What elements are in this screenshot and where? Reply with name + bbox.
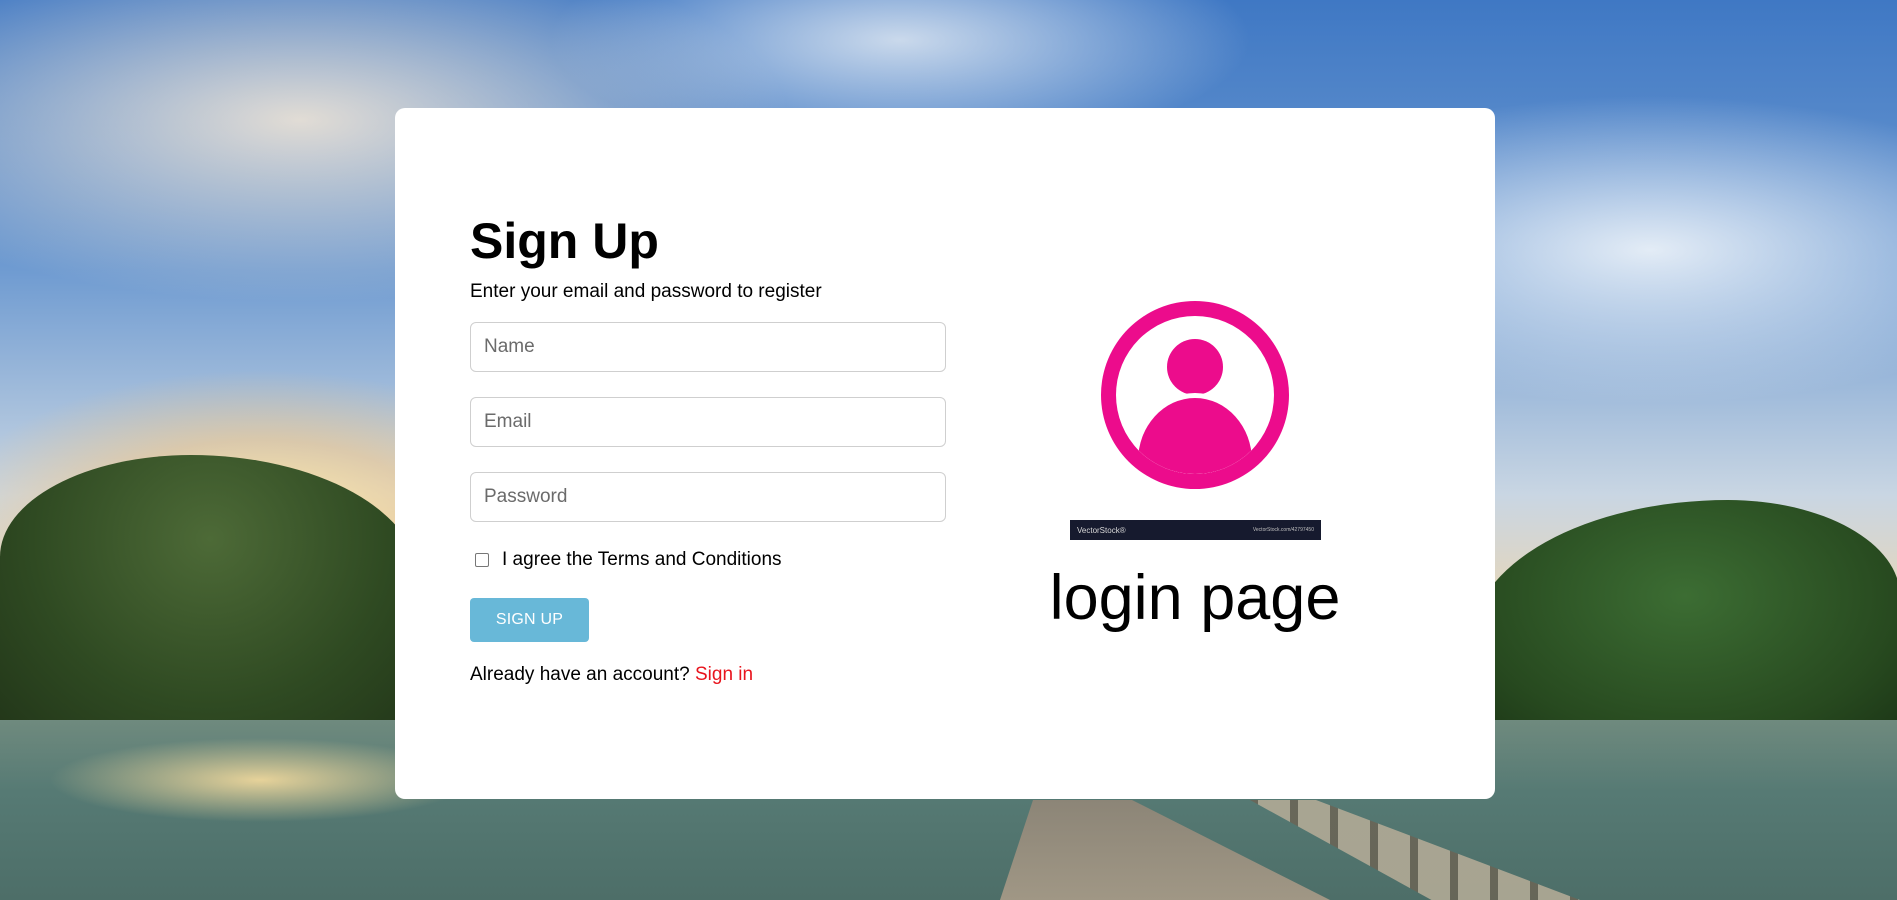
trees-left <box>0 455 420 735</box>
name-input[interactable] <box>470 322 946 372</box>
form-subtitle: Enter your email and password to registe… <box>470 281 822 302</box>
user-avatar-icon <box>1101 301 1289 489</box>
signup-card: Sign Up Enter your email and password to… <box>395 108 1495 799</box>
password-input[interactable] <box>470 472 946 522</box>
terms-label[interactable]: I agree the Terms and Conditions <box>502 549 782 571</box>
illustration-caption: login page <box>1049 563 1341 633</box>
signup-button[interactable]: SIGN UP <box>470 598 589 642</box>
signin-prompt: Already have an account? Sign in <box>470 664 950 686</box>
watermark-url: VectorStock.com/42797450 <box>1252 527 1314 533</box>
page-title: Sign Up <box>470 213 659 269</box>
email-input[interactable] <box>470 397 946 447</box>
signup-form: Sign Up Enter your email and password to… <box>470 213 950 686</box>
signin-link[interactable]: Sign in <box>695 664 753 685</box>
terms-row: I agree the Terms and Conditions <box>470 548 950 572</box>
account-prompt-text: Already have an account? <box>470 664 690 685</box>
watermark-bar: VectorStock® VectorStock.com/42797450 <box>1070 520 1321 540</box>
watermark-brand: VectorStock® <box>1077 525 1126 535</box>
terms-checkbox[interactable] <box>475 553 489 567</box>
